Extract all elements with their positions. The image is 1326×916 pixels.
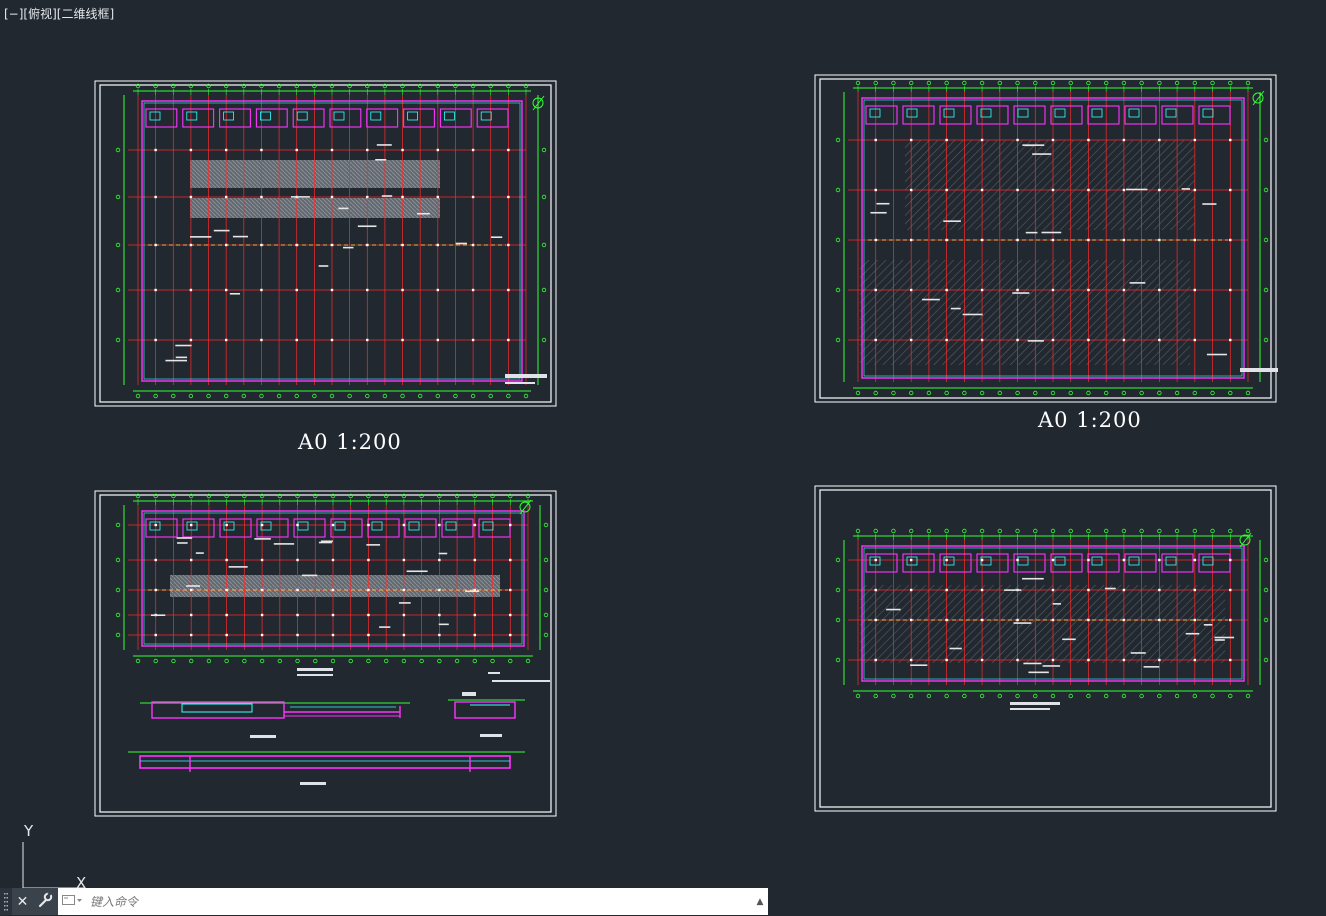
command-input[interactable] [86, 893, 752, 910]
north-arrow-icon [1252, 90, 1265, 106]
section-drawing-1 [140, 701, 410, 738]
sheet-bottom-left [94, 490, 557, 817]
sheet-bottom-right [814, 485, 1277, 812]
floor-plan-bottom-left [115, 493, 549, 664]
section-drawing-2 [448, 692, 525, 737]
north-arrow-icon [532, 95, 545, 111]
sheet-top-left [94, 80, 557, 407]
close-icon[interactable]: ✕ [17, 894, 29, 910]
floor-plan-top-right [835, 80, 1269, 396]
sheet-scale-label-left: A0 1:200 [298, 430, 402, 454]
command-history-button[interactable]: ▲ [752, 888, 768, 915]
wrench-icon[interactable] [37, 891, 53, 912]
north-arrow-icon [1239, 532, 1252, 548]
title-block-top-right [1240, 368, 1278, 372]
ucs-icon: Y X [14, 822, 94, 892]
ucs-y-label: Y [24, 822, 34, 840]
north-arrow-icon [519, 499, 532, 515]
model-viewport[interactable]: [−][俯视][二维线框] A0 1:200 A0 1:200 Y X [0, 0, 1326, 916]
command-line-grip-handle[interactable] [0, 888, 12, 915]
sheet-scale-label-right: A0 1:200 [1038, 408, 1142, 432]
section-drawing-3 [128, 751, 525, 785]
command-prompt-icon[interactable] [62, 894, 82, 909]
sheet-top-right [814, 74, 1278, 403]
drawing-canvas [94, 74, 1278, 817]
title-block-top-left [505, 374, 547, 378]
floor-plan-top-left [115, 83, 547, 399]
command-line: ✕ ▲ [0, 888, 768, 915]
floor-plan-bottom-right [835, 528, 1269, 699]
title-block-bottom-right [1010, 702, 1060, 705]
